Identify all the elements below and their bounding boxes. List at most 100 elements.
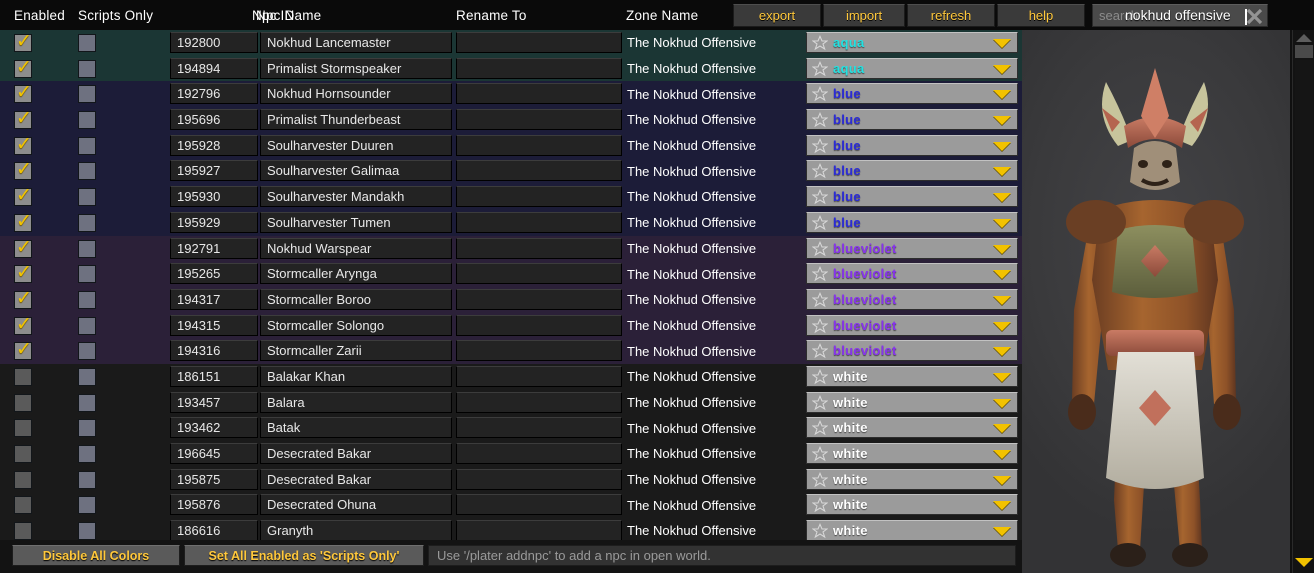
scroll-down-arrow-icon[interactable] [1295, 558, 1313, 567]
enabled-checkbox[interactable] [14, 496, 32, 515]
chevron-down-icon[interactable] [993, 321, 1011, 331]
favorite-star-icon[interactable] [811, 497, 829, 513]
set-all-scripts-only-button[interactable]: Set All Enabled as 'Scripts Only' [184, 545, 424, 566]
column-header-enabled[interactable]: Enabled [14, 0, 65, 30]
favorite-star-icon[interactable] [811, 137, 829, 154]
favorite-star-icon[interactable] [811, 394, 829, 411]
rename-to-field[interactable] [456, 109, 622, 131]
npc-name-field[interactable]: Soulharvester Tumen [260, 211, 452, 233]
enabled-checkbox[interactable]: ✓ [14, 160, 32, 181]
npc-id-field[interactable]: 192800 [170, 32, 258, 53]
npc-name-field[interactable]: Primalist Stormspeaker [260, 57, 452, 79]
npc-id-field[interactable]: 186616 [170, 520, 258, 540]
color-dropdown[interactable]: white [806, 520, 1018, 540]
color-dropdown[interactable]: aqua [806, 32, 1018, 53]
enabled-checkbox[interactable]: ✓ [14, 263, 32, 284]
column-header-scripts[interactable]: Scripts Only [78, 0, 153, 30]
favorite-star-icon[interactable] [811, 445, 829, 462]
color-dropdown[interactable]: blue [806, 109, 1018, 131]
scripts-only-checkbox[interactable] [78, 111, 96, 130]
favorite-star-icon[interactable] [811, 34, 829, 51]
scripts-only-checkbox[interactable] [78, 162, 96, 181]
color-dropdown[interactable]: white [806, 391, 1018, 413]
favorite-star-icon[interactable] [811, 86, 829, 102]
favorite-star-icon[interactable] [811, 420, 829, 436]
rename-to-field[interactable] [456, 443, 622, 464]
npc-name-field[interactable]: Nokhud Lancemaster [260, 32, 452, 53]
npc-id-field[interactable]: 195876 [170, 494, 258, 516]
npc-name-field[interactable]: Batak [260, 417, 452, 439]
table-row[interactable]: 193457 Balara The Nokhud Offensive white [0, 389, 1022, 416]
favorite-star-icon[interactable] [811, 368, 829, 385]
npc-id-field[interactable]: 194315 [170, 314, 258, 336]
enabled-checkbox[interactable]: ✓ [14, 83, 32, 104]
scripts-only-checkbox[interactable] [78, 496, 96, 515]
npc-id-field[interactable]: 195929 [170, 211, 258, 233]
scripts-only-checkbox[interactable] [78, 136, 96, 155]
chevron-down-icon[interactable] [993, 167, 1011, 177]
export-button[interactable]: export [733, 4, 821, 27]
npc-name-field[interactable]: Soulharvester Galimaa [260, 160, 452, 182]
color-dropdown[interactable]: blue [806, 83, 1018, 105]
chevron-down-icon[interactable] [993, 193, 1011, 203]
enabled-checkbox[interactable]: ✓ [14, 32, 32, 52]
table-row[interactable]: 196645 Desecrated Bakar The Nokhud Offensi… [0, 441, 1022, 467]
scripts-only-checkbox[interactable] [78, 393, 96, 412]
npc-id-field[interactable]: 193462 [170, 417, 258, 439]
rename-to-field[interactable] [456, 237, 622, 259]
npc-name-field[interactable]: Desecrated Ohuna [260, 494, 452, 516]
vertical-scrollbar[interactable] [1292, 30, 1314, 573]
table-row[interactable]: ✓ 194315 Stormcaller Solongo The Nokhud Off… [0, 312, 1022, 339]
enabled-checkbox[interactable] [14, 470, 32, 489]
favorite-star-icon[interactable] [811, 291, 829, 308]
enabled-checkbox[interactable]: ✓ [14, 288, 32, 309]
enabled-checkbox[interactable]: ✓ [14, 134, 32, 155]
chevron-down-icon[interactable] [993, 90, 1011, 100]
npc-name-field[interactable]: Soulharvester Mandakh [260, 186, 452, 208]
table-row[interactable]: 195876 Desecrated Ohuna The Nokhud Offensi… [0, 492, 1022, 519]
enabled-checkbox[interactable] [14, 393, 32, 412]
npc-name-field[interactable]: Nokhud Warspear [260, 237, 452, 259]
npc-list[interactable]: ✓ 192800 Nokhud Lancemaster The Nokhud Offe… [0, 30, 1022, 540]
refresh-button[interactable]: refresh [907, 4, 995, 27]
color-dropdown[interactable]: blue [806, 211, 1018, 233]
scripts-only-checkbox[interactable] [78, 34, 96, 52]
color-dropdown[interactable]: blueviolet [806, 314, 1018, 336]
chevron-down-icon[interactable] [993, 39, 1011, 48]
chevron-down-icon[interactable] [993, 372, 1011, 382]
npc-id-field[interactable]: 194317 [170, 288, 258, 310]
scripts-only-checkbox[interactable] [78, 59, 96, 78]
table-row[interactable]: ✓ 195927 Soulharvester Galimaa The Nokhud O… [0, 158, 1022, 185]
rename-to-field[interactable] [456, 83, 622, 105]
npc-3d-model-preview[interactable] [1022, 30, 1290, 573]
npc-id-field[interactable]: 195927 [170, 160, 258, 182]
enabled-checkbox[interactable]: ✓ [14, 211, 32, 232]
scripts-only-checkbox[interactable] [78, 367, 96, 386]
table-row[interactable]: ✓ 195930 Soulharvester Mandakh The Nokhud O… [0, 184, 1022, 210]
chevron-down-icon[interactable] [993, 450, 1011, 459]
color-dropdown[interactable]: white [806, 365, 1018, 387]
scripts-only-checkbox[interactable] [78, 213, 96, 232]
enabled-checkbox[interactable]: ✓ [14, 237, 32, 258]
color-dropdown[interactable]: white [806, 494, 1018, 516]
rename-to-field[interactable] [456, 57, 622, 79]
enabled-checkbox[interactable] [14, 367, 32, 386]
color-dropdown[interactable]: blueviolet [806, 263, 1018, 285]
enabled-checkbox[interactable]: ✓ [14, 340, 32, 361]
table-row[interactable]: ✓ 192800 Nokhud Lancemaster The Nokhud Offe… [0, 30, 1022, 56]
rename-to-field[interactable] [456, 314, 622, 336]
rename-to-field[interactable] [456, 186, 622, 208]
table-row[interactable]: ✓ 192791 Nokhud Warspear The Nokhud Offensi… [0, 235, 1022, 262]
table-row[interactable]: 195875 Desecrated Bakar The Nokhud Offensi… [0, 466, 1022, 493]
column-header-rename[interactable]: Rename To [456, 0, 527, 30]
table-row[interactable]: 186151 Balakar Khan The Nokhud Offensive wh… [0, 363, 1022, 390]
favorite-star-icon[interactable] [811, 240, 829, 257]
npc-name-field[interactable]: Desecrated Bakar [260, 443, 452, 464]
chevron-down-icon[interactable] [993, 347, 1011, 357]
npc-id-field[interactable]: 196645 [170, 443, 258, 464]
chevron-down-icon[interactable] [993, 218, 1011, 228]
search-input[interactable]: search nokhud offensive [1092, 4, 1268, 27]
scrollbar-thumb[interactable] [1295, 45, 1313, 58]
npc-id-field[interactable]: 192796 [170, 83, 258, 105]
favorite-star-icon[interactable] [811, 317, 829, 334]
